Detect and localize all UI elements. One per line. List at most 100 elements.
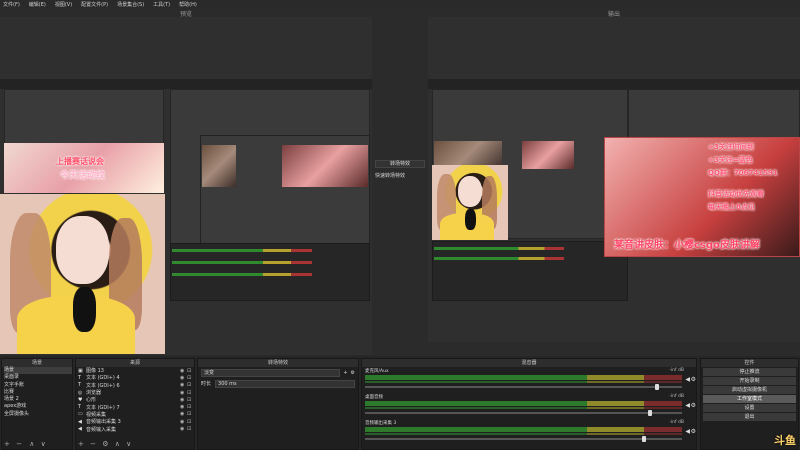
text-icon: T [78,404,82,411]
menu-file[interactable]: 文件(F) [3,1,20,8]
studio-mode-button[interactable]: 工作室模式 [703,395,796,403]
volume-slider[interactable] [365,386,682,388]
gear-icon[interactable]: ⚙ [102,440,108,448]
menu-help[interactable]: 帮助(H) [179,1,197,8]
lock-icon[interactable]: ⊡ [187,375,194,381]
program-canvas: +3关注时间到 +3关注=蓝色 QQ群：706741591 抖音活动优先观看 每… [428,17,800,342]
volume-knob[interactable] [648,410,653,416]
image-icon: ▣ [78,367,83,374]
transition-button[interactable]: 转场特效 [375,160,425,168]
gear-icon[interactable]: ⚙ [351,370,355,376]
transitions-title: 转场特效 [198,359,358,367]
source-row[interactable]: T 文本 (GDI+) 7 ◉ ⊡ [78,403,194,411]
source-label: 图像 13 [86,368,104,375]
menu-profile[interactable]: 配置文件(P) [81,1,108,8]
eye-icon[interactable]: ◉ [180,382,187,388]
speaker-icon[interactable]: ◀ [685,376,690,383]
eye-icon[interactable]: ◉ [180,390,187,396]
source-row[interactable]: ◀ 音频输出采集 3 ◉ ⊡ [78,418,194,426]
remove-icon[interactable]: − [90,440,96,448]
channel-db: -inf dB [669,368,684,373]
source-row[interactable]: ◀ 音频输入采集 ◉ ⊡ [78,425,194,433]
up-icon[interactable]: ∧ [115,440,120,448]
speaker-icon[interactable]: ◀ [685,428,690,435]
remove-icon[interactable]: − [16,440,22,448]
gear-icon[interactable]: ⚙ [691,402,696,409]
menu-scene-collection[interactable]: 场景集合(S) [117,1,144,8]
source-label: 音频输入采集 [86,426,117,433]
add-icon[interactable]: + [343,370,347,376]
duration-input[interactable]: 300 ms [215,379,355,388]
start-recording-button[interactable]: 开始录制 [703,377,796,385]
gear-icon[interactable]: ⚙ [691,428,696,435]
overlay-banner-top: 上播赛话说会 [56,157,104,166]
source-row[interactable]: ▭ 视频采集 ◉ ⊡ [78,411,194,418]
menu-view[interactable]: 视图(V) [55,1,72,8]
program-line-3: QQ群：706741591 [708,169,778,177]
transition-type-select[interactable]: 淡变 [201,368,341,377]
menu-edit[interactable]: 编辑(E) [29,1,46,8]
volume-meter [365,427,682,432]
source-row[interactable]: T 文本 (GDI+) 4 ◉ ⊡ [78,374,194,382]
eye-icon[interactable]: ◉ [180,411,187,417]
mixer-channel: 麦克风/Aux -inf dB ◀ ⚙ [362,367,696,393]
gear-icon[interactable]: ⚙ [691,376,696,383]
lock-icon[interactable]: ⊡ [187,390,194,396]
eye-icon[interactable]: ◉ [180,375,187,381]
scene-item[interactable]: 全屏摄像头 [4,411,72,418]
volume-meter [365,433,682,435]
menu-tools[interactable]: 工具(T) [153,1,170,8]
lock-icon[interactable]: ⊡ [187,368,194,374]
exit-button[interactable]: 退出 [703,413,796,421]
eye-icon[interactable]: ◉ [180,397,187,403]
program-line-2: +3关注=蓝色 [708,156,753,164]
lock-icon[interactable]: ⊡ [187,419,194,425]
scenes-title: 场景 [2,359,72,367]
mixer-title: 混音器 [362,359,696,367]
settings-button[interactable]: 设置 [703,404,796,412]
virtual-camera-button[interactable]: 启动虚拟摄像机 [703,386,796,394]
stop-streaming-button[interactable]: 停止推流 [703,368,796,376]
volume-slider[interactable] [365,438,682,440]
scene-item[interactable]: apex游戏 [4,403,72,410]
menu-bar: 文件(F) 编辑(E) 视图(V) 配置文件(P) 场景集合(S) 工具(T) … [0,0,800,9]
eye-icon[interactable]: ◉ [180,419,187,425]
source-row[interactable]: ♥ 心形 ◉ ⊡ [78,396,194,404]
overlay-banner-mid: 今天活动纹 [60,171,106,181]
sources-toolbar: + − ⚙ ∧ ∨ [76,440,194,449]
down-icon[interactable]: ∨ [126,440,131,448]
source-label: 文本 (GDI+) 6 [86,382,120,389]
duration-label: 时长 [201,381,212,387]
transition-duration-row: 时长 300 ms [198,378,358,389]
up-icon[interactable]: ∧ [29,440,34,448]
program-caption: 某音讲皮肤：小樱csgo皮肤讲解 [614,240,760,251]
volume-meter [365,375,682,380]
source-row[interactable]: T 文本 (GDI+) 6 ◉ ⊡ [78,382,194,389]
eye-icon[interactable]: ◉ [180,368,187,374]
lock-icon[interactable]: ⊡ [187,411,194,417]
lock-icon[interactable]: ⊡ [187,382,194,388]
scene-item[interactable]: 桌面录 [4,374,72,381]
volume-slider[interactable] [365,412,682,414]
preview-canvas[interactable]: 上播赛话说会 今天活动纹 [0,17,372,355]
heart-icon: ♥ [78,396,83,403]
volume-knob[interactable] [641,436,646,442]
scene-item[interactable]: 文字手账 [4,382,72,389]
source-row[interactable]: ▣ 图像 13 ◉ ⊡ [78,367,194,375]
scenes-dock: 场景 场景 桌面录 文字手账 比赛 场景 2 apex游戏 全屏摄像头 + − … [1,358,73,450]
lock-icon[interactable]: ⊡ [187,404,194,410]
source-row[interactable]: ◎ 浏览器 ◉ ⊡ [78,389,194,397]
text-icon: T [78,374,82,381]
source-label: 视频采集 [86,411,107,418]
eye-icon[interactable]: ◉ [180,404,187,410]
down-icon[interactable]: ∨ [41,440,46,448]
channel-name: 音频输出采集 3 [365,421,397,426]
eye-icon[interactable]: ◉ [180,426,187,432]
source-label: 音频输出采集 3 [86,419,121,426]
add-icon[interactable]: + [78,440,84,448]
volume-knob[interactable] [654,384,659,390]
speaker-icon[interactable]: ◀ [685,402,690,409]
lock-icon[interactable]: ⊡ [187,397,194,403]
add-icon[interactable]: + [4,440,10,448]
lock-icon[interactable]: ⊡ [187,426,194,432]
